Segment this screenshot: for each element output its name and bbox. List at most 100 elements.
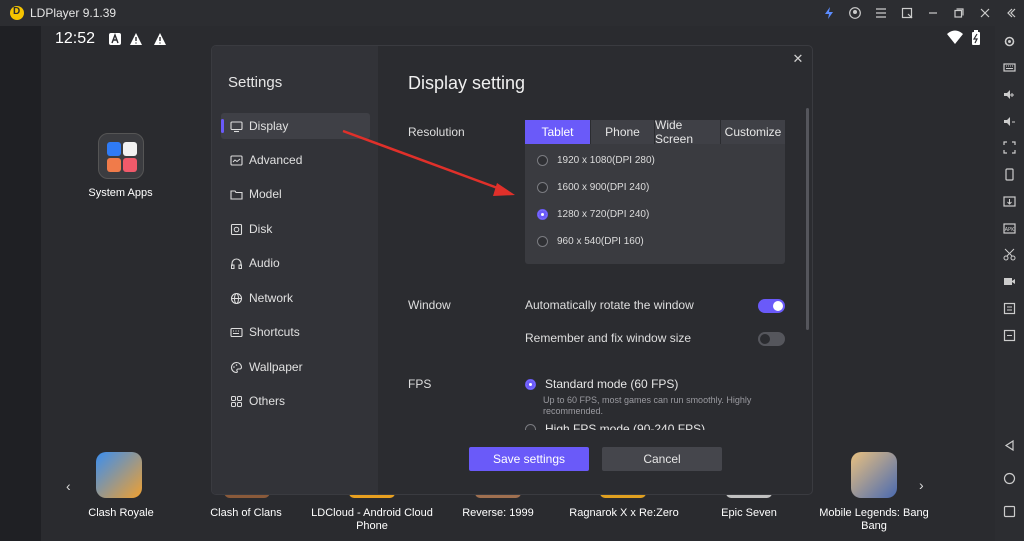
resolution-option[interactable]: 1920 x 1080(DPI 280) xyxy=(537,155,655,166)
close-icon[interactable] xyxy=(972,0,998,26)
radio-button[interactable] xyxy=(537,182,548,193)
multi-window-icon[interactable] xyxy=(894,0,920,26)
fps-standard-option[interactable]: Standard mode (60 FPS) xyxy=(525,377,678,391)
fps-standard-label: Standard mode (60 FPS) xyxy=(545,377,679,391)
dock-app-label[interactable]: Reverse: 1999 xyxy=(433,507,563,520)
wifi-icon xyxy=(947,30,963,44)
panel-title: Display setting xyxy=(408,73,526,93)
nav-item-display[interactable]: Display xyxy=(221,113,370,139)
notification-a-icon xyxy=(109,33,121,45)
home-icon[interactable] xyxy=(1002,471,1016,485)
dock-app-label[interactable]: LDCloud - Android Cloud Phone xyxy=(307,507,437,533)
radio-button-selected[interactable] xyxy=(537,209,548,220)
save-settings-button[interactable]: Save settings xyxy=(469,447,589,471)
disk-icon xyxy=(230,223,243,235)
nav-item-network[interactable]: Network xyxy=(221,285,370,311)
keyboard-icon xyxy=(230,327,243,337)
operations-record-icon[interactable] xyxy=(1002,301,1016,315)
shake-icon[interactable] xyxy=(1002,167,1016,181)
resolution-option[interactable]: 960 x 540(DPI 160) xyxy=(537,236,644,247)
install-apk-icon[interactable] xyxy=(1002,194,1016,208)
fps-standard-description: Up to 60 FPS, most games can run smoothl… xyxy=(543,395,752,416)
radio-button[interactable] xyxy=(537,236,548,247)
panel-scrollbar[interactable] xyxy=(806,108,809,330)
fps-label: FPS xyxy=(408,377,432,391)
back-icon[interactable] xyxy=(1002,438,1016,452)
nav-item-advanced[interactable]: Advanced xyxy=(221,147,370,173)
tab-customize[interactable]: Customize xyxy=(721,120,785,144)
title-bar-controls xyxy=(816,0,1024,26)
system-apps-folder[interactable]: System Apps xyxy=(83,133,158,199)
radio-button-selected[interactable] xyxy=(525,378,536,390)
resolution-option[interactable]: 1600 x 900(DPI 240) xyxy=(537,182,649,193)
nav-item-others[interactable]: Others xyxy=(221,388,370,414)
more-icon[interactable] xyxy=(1002,328,1016,342)
tab-wide-screen[interactable]: Wide Screen xyxy=(655,118,721,146)
remember-size-toggle[interactable] xyxy=(758,332,785,346)
nav-label: Wallpaper xyxy=(249,360,303,374)
globe-icon xyxy=(230,292,243,304)
apk-icon[interactable]: APK xyxy=(1002,221,1016,235)
tab-phone[interactable]: Phone xyxy=(591,120,655,144)
settings-sidebar: Settings Display Advanced Model Disk Aud… xyxy=(212,46,378,494)
auto-rotate-toggle[interactable] xyxy=(758,299,785,313)
volume-down-icon[interactable] xyxy=(1002,114,1016,128)
status-right-icons xyxy=(947,30,981,46)
nav-label: Shortcuts xyxy=(249,325,300,339)
dock-prev-icon[interactable]: ‹ xyxy=(66,478,71,494)
nav-item-disk[interactable]: Disk xyxy=(221,216,370,242)
resolution-option-label: 1920 x 1080(DPI 280) xyxy=(557,155,655,166)
clash-royale-icon[interactable] xyxy=(96,452,142,498)
advanced-icon xyxy=(230,154,243,166)
nav-label: Network xyxy=(249,291,294,305)
nav-item-model[interactable]: Model xyxy=(221,181,370,207)
recents-icon[interactable] xyxy=(1002,504,1016,518)
record-icon[interactable] xyxy=(1002,274,1016,288)
resolution-option[interactable]: 1280 x 720(DPI 240) xyxy=(537,209,649,220)
ldplayer-window: LDPlayer 9.1.39 xyxy=(0,0,1024,541)
dock-app-label[interactable]: Ragnarok X x Re:Zero xyxy=(559,507,689,520)
active-indicator xyxy=(221,119,224,133)
toggle-knob xyxy=(760,334,770,344)
system-apps-icon xyxy=(97,133,144,179)
folder-icon xyxy=(230,189,243,200)
dock-app-label[interactable]: Epic Seven xyxy=(684,507,814,520)
keyboard-mapping-icon[interactable] xyxy=(1002,60,1016,74)
boost-icon[interactable] xyxy=(816,0,842,26)
nav-item-wallpaper[interactable]: Wallpaper xyxy=(221,354,370,380)
settings-gear-icon[interactable] xyxy=(1002,34,1016,48)
collapse-sidebar-icon[interactable] xyxy=(998,0,1024,26)
dock-next-icon[interactable]: › xyxy=(919,477,924,493)
system-apps-label: System Apps xyxy=(88,187,153,199)
radio-button[interactable] xyxy=(525,423,536,430)
dialog-close-icon[interactable]: ✕ xyxy=(790,51,806,67)
radio-button[interactable] xyxy=(537,155,548,166)
battery-icon xyxy=(972,30,980,45)
scissors-icon[interactable] xyxy=(1002,247,1016,261)
settings-title: Settings xyxy=(228,74,283,91)
palette-icon xyxy=(231,361,243,373)
warning-icon xyxy=(154,33,166,45)
nav-item-audio[interactable]: Audio xyxy=(221,250,370,276)
dock-app-label[interactable]: Clash of Clans xyxy=(181,507,311,520)
dock-app-label[interactable]: Mobile Legends: Bang Bang xyxy=(809,507,939,533)
ldplayer-logo-icon xyxy=(10,6,24,20)
minimize-icon[interactable] xyxy=(920,0,946,26)
resolution-option-label: 1280 x 720(DPI 240) xyxy=(557,209,650,220)
cancel-button[interactable]: Cancel xyxy=(602,447,722,471)
account-icon[interactable] xyxy=(842,0,868,26)
fullscreen-icon[interactable] xyxy=(1002,140,1016,154)
svg-text:APK: APK xyxy=(1004,227,1014,233)
tab-tablet[interactable]: Tablet xyxy=(525,120,591,144)
remember-size-label: Remember and fix window size xyxy=(525,331,692,345)
menu-icon[interactable] xyxy=(868,0,894,26)
dock-app-label[interactable]: Clash Royale xyxy=(56,507,186,520)
fps-high-option[interactable]: High FPS mode (90-240 FPS) xyxy=(525,422,705,430)
volume-up-icon[interactable] xyxy=(1002,87,1016,101)
restore-icon[interactable] xyxy=(946,0,972,26)
resolution-box: Tablet Phone Wide Screen Customize 1920 … xyxy=(525,118,785,264)
mobile-legends-icon[interactable] xyxy=(851,452,897,498)
nav-label: Display xyxy=(249,119,289,133)
title-bar: LDPlayer 9.1.39 xyxy=(0,0,1024,26)
nav-item-shortcuts[interactable]: Shortcuts xyxy=(221,319,370,345)
